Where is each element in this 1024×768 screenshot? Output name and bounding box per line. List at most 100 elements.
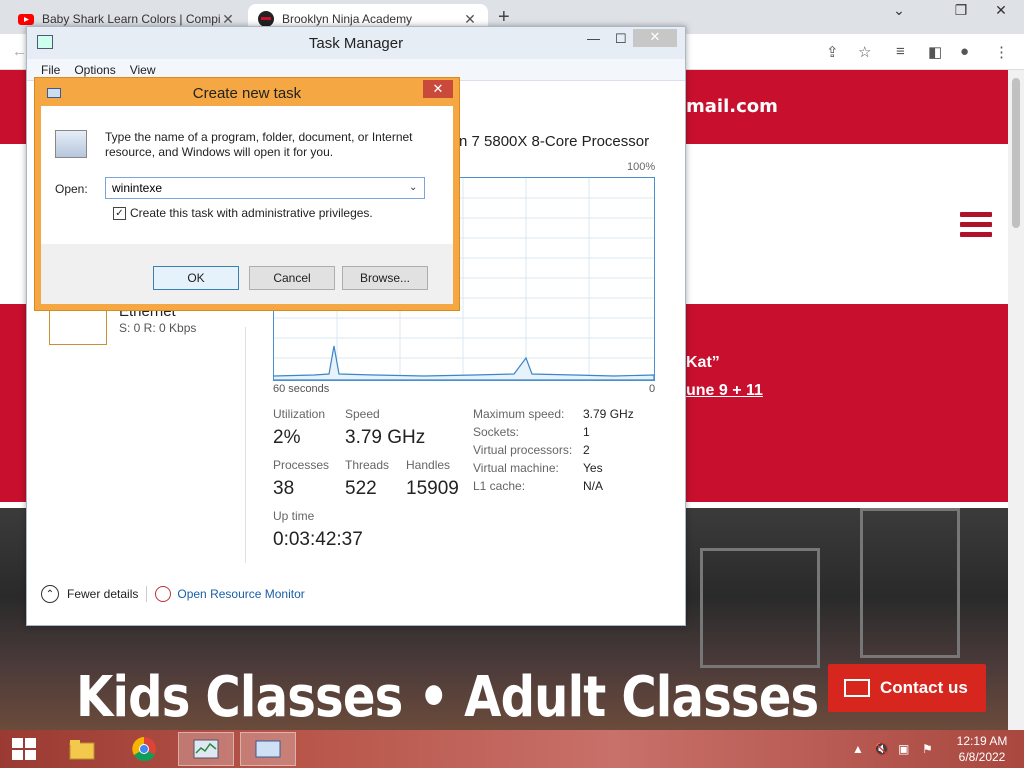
taskbar-run-dialog[interactable] <box>240 732 296 766</box>
close-tab-icon[interactable]: ✕ <box>462 11 478 28</box>
spec-label: Maximum speed: <box>473 407 565 421</box>
handles-label: Handles <box>406 458 451 472</box>
menu-file[interactable]: File <box>41 63 60 77</box>
contact-us-button[interactable]: Contact us <box>828 664 986 712</box>
bookmark-star-icon[interactable]: ☆ <box>858 43 871 61</box>
gym-rig-decor <box>700 548 820 668</box>
tab-title: Brooklyn Ninja Academy <box>282 12 413 26</box>
sidebar-divider <box>245 327 246 563</box>
start-button[interactable] <box>0 732 48 766</box>
task-manager-icon <box>193 739 219 759</box>
dialog-title: Create new task <box>192 85 302 102</box>
restore-window-icon[interactable]: ❐ <box>946 2 976 19</box>
spec-label: Sockets: <box>473 425 520 439</box>
admin-privileges-checkbox[interactable]: ✓ Create this task with administrative p… <box>113 206 373 220</box>
speed-value: 3.79 GHz <box>345 427 426 448</box>
hamburger-menu-icon[interactable] <box>960 212 992 238</box>
media-queue-icon[interactable]: ≡ <box>896 43 905 60</box>
open-resource-monitor-link[interactable]: Open Resource Monitor <box>177 587 304 601</box>
contact-label: Contact us <box>880 678 968 697</box>
graph-axis-right: 0 <box>649 383 656 395</box>
task-manager-footer: ⌃ Fewer details Open Resource Monitor <box>41 585 305 603</box>
spec-value: Yes <box>583 461 603 475</box>
volume-muted-icon[interactable]: 🔇 <box>874 742 889 756</box>
minimize-icon[interactable]: — <box>587 31 600 46</box>
clock-time: 12:19 AM <box>956 734 1008 748</box>
menu-options[interactable]: Options <box>74 63 115 77</box>
spec-label: Virtual processors: <box>473 443 573 457</box>
dialog-description: Type the name of a program, folder, docu… <box>105 130 413 159</box>
chevron-down-icon[interactable]: ⌄ <box>884 2 914 19</box>
uptime-label: Up time <box>273 509 315 523</box>
resource-monitor-icon <box>155 586 172 602</box>
processes-label: Processes <box>273 458 330 472</box>
ethernet-throughput: S: 0 R: 0 Kbps <box>119 321 197 335</box>
gym-rig-decor <box>860 508 960 658</box>
profile-avatar-icon[interactable]: ● <box>960 43 969 60</box>
clock-date: 6/8/2022 <box>958 750 1006 764</box>
utilization-label: Utilization <box>273 407 326 421</box>
taskbar-chrome[interactable] <box>116 732 172 766</box>
graph-axis-left: 60 seconds <box>273 383 330 395</box>
share-icon[interactable]: ⇪ <box>826 43 839 61</box>
dropdown-arrow-icon[interactable]: ⌄ <box>409 182 417 193</box>
hero-headline: Kids Classes • Adult Classes • Birthdays… <box>76 665 867 730</box>
uptime-value: 0:03:42:37 <box>273 529 363 550</box>
spec-label: L1 cache: <box>473 479 526 493</box>
taskbar-task-manager[interactable] <box>178 732 234 766</box>
run-dialog-icon <box>255 740 281 758</box>
windows-logo-icon <box>12 738 36 760</box>
close-icon[interactable]: ✕ <box>423 80 453 98</box>
back-arrow-icon[interactable]: ← <box>12 43 27 60</box>
chevron-up-icon[interactable]: ⌃ <box>41 585 59 603</box>
cpu-name: n 7 5800X 8-Core Processor <box>459 133 650 150</box>
spec-value: 3.79 GHz <box>583 407 634 421</box>
page-scrollbar[interactable] <box>1008 70 1024 730</box>
close-icon[interactable]: ✕ <box>633 29 677 47</box>
windows-taskbar: ▲ 🔇 ▣ ⚑ 12:19 AM 6/8/2022 <box>0 730 1024 768</box>
footer-separator <box>146 586 148 602</box>
more-menu-icon[interactable]: ⋮ <box>994 43 1009 61</box>
close-window-icon[interactable]: ✕ <box>986 2 1016 19</box>
threads-label: Threads <box>345 458 390 472</box>
show-hidden-icons-icon[interactable]: ▲ <box>852 742 864 756</box>
admin-checkbox-label: Create this task with administrative pri… <box>130 206 373 220</box>
spec-value: 2 <box>583 443 590 457</box>
utilization-value: 2% <box>273 427 301 448</box>
network-icon[interactable]: ▣ <box>898 742 909 756</box>
run-program-icon <box>55 130 87 158</box>
scrollbar-thumb[interactable] <box>1012 78 1020 228</box>
ninja-logo-icon <box>258 11 274 27</box>
spec-label: Virtual machine: <box>473 461 559 475</box>
spec-value: 1 <box>583 425 590 439</box>
dialog-button-bar: OK Cancel Browse... <box>41 244 453 304</box>
action-center-icon[interactable]: ⚑ <box>922 742 933 756</box>
open-input[interactable] <box>105 177 425 199</box>
create-new-task-dialog: Create new task ✕ Type the name of a pro… <box>34 77 460 311</box>
site-email-text[interactable]: mail.com <box>686 96 778 117</box>
browse-button[interactable]: Browse... <box>342 266 428 290</box>
cancel-button[interactable]: Cancel <box>249 266 335 290</box>
menu-view[interactable]: View <box>130 63 156 77</box>
close-tab-icon[interactable]: ✕ <box>220 11 236 28</box>
processes-value: 38 <box>273 478 295 499</box>
task-manager-titlebar[interactable]: Task Manager — ☐ ✕ <box>27 27 685 59</box>
speed-label: Speed <box>345 407 380 421</box>
side-panel-icon[interactable]: ◧ <box>928 43 942 61</box>
ok-button[interactable]: OK <box>153 266 239 290</box>
open-label: Open: <box>55 182 88 196</box>
chrome-icon <box>132 737 156 762</box>
promo-text: Kat” <box>686 354 720 371</box>
taskbar-file-explorer[interactable] <box>54 732 110 766</box>
fewer-details-link[interactable]: Fewer details <box>67 587 138 601</box>
checkbox-checked-icon[interactable]: ✓ <box>113 206 126 220</box>
maximize-icon[interactable]: ☐ <box>615 31 627 47</box>
graph-max-label: 100% <box>627 161 656 173</box>
dialog-body: Type the name of a program, folder, docu… <box>41 106 453 304</box>
spec-value: N/A <box>583 479 604 493</box>
promo-date-link[interactable]: une 9 + 11 <box>686 382 763 400</box>
youtube-icon <box>18 14 34 25</box>
dialog-titlebar[interactable]: Create new task <box>35 78 459 106</box>
taskbar-clock[interactable]: 12:19 AM 6/8/2022 <box>950 733 1014 765</box>
handles-value: 15909 <box>406 478 459 499</box>
